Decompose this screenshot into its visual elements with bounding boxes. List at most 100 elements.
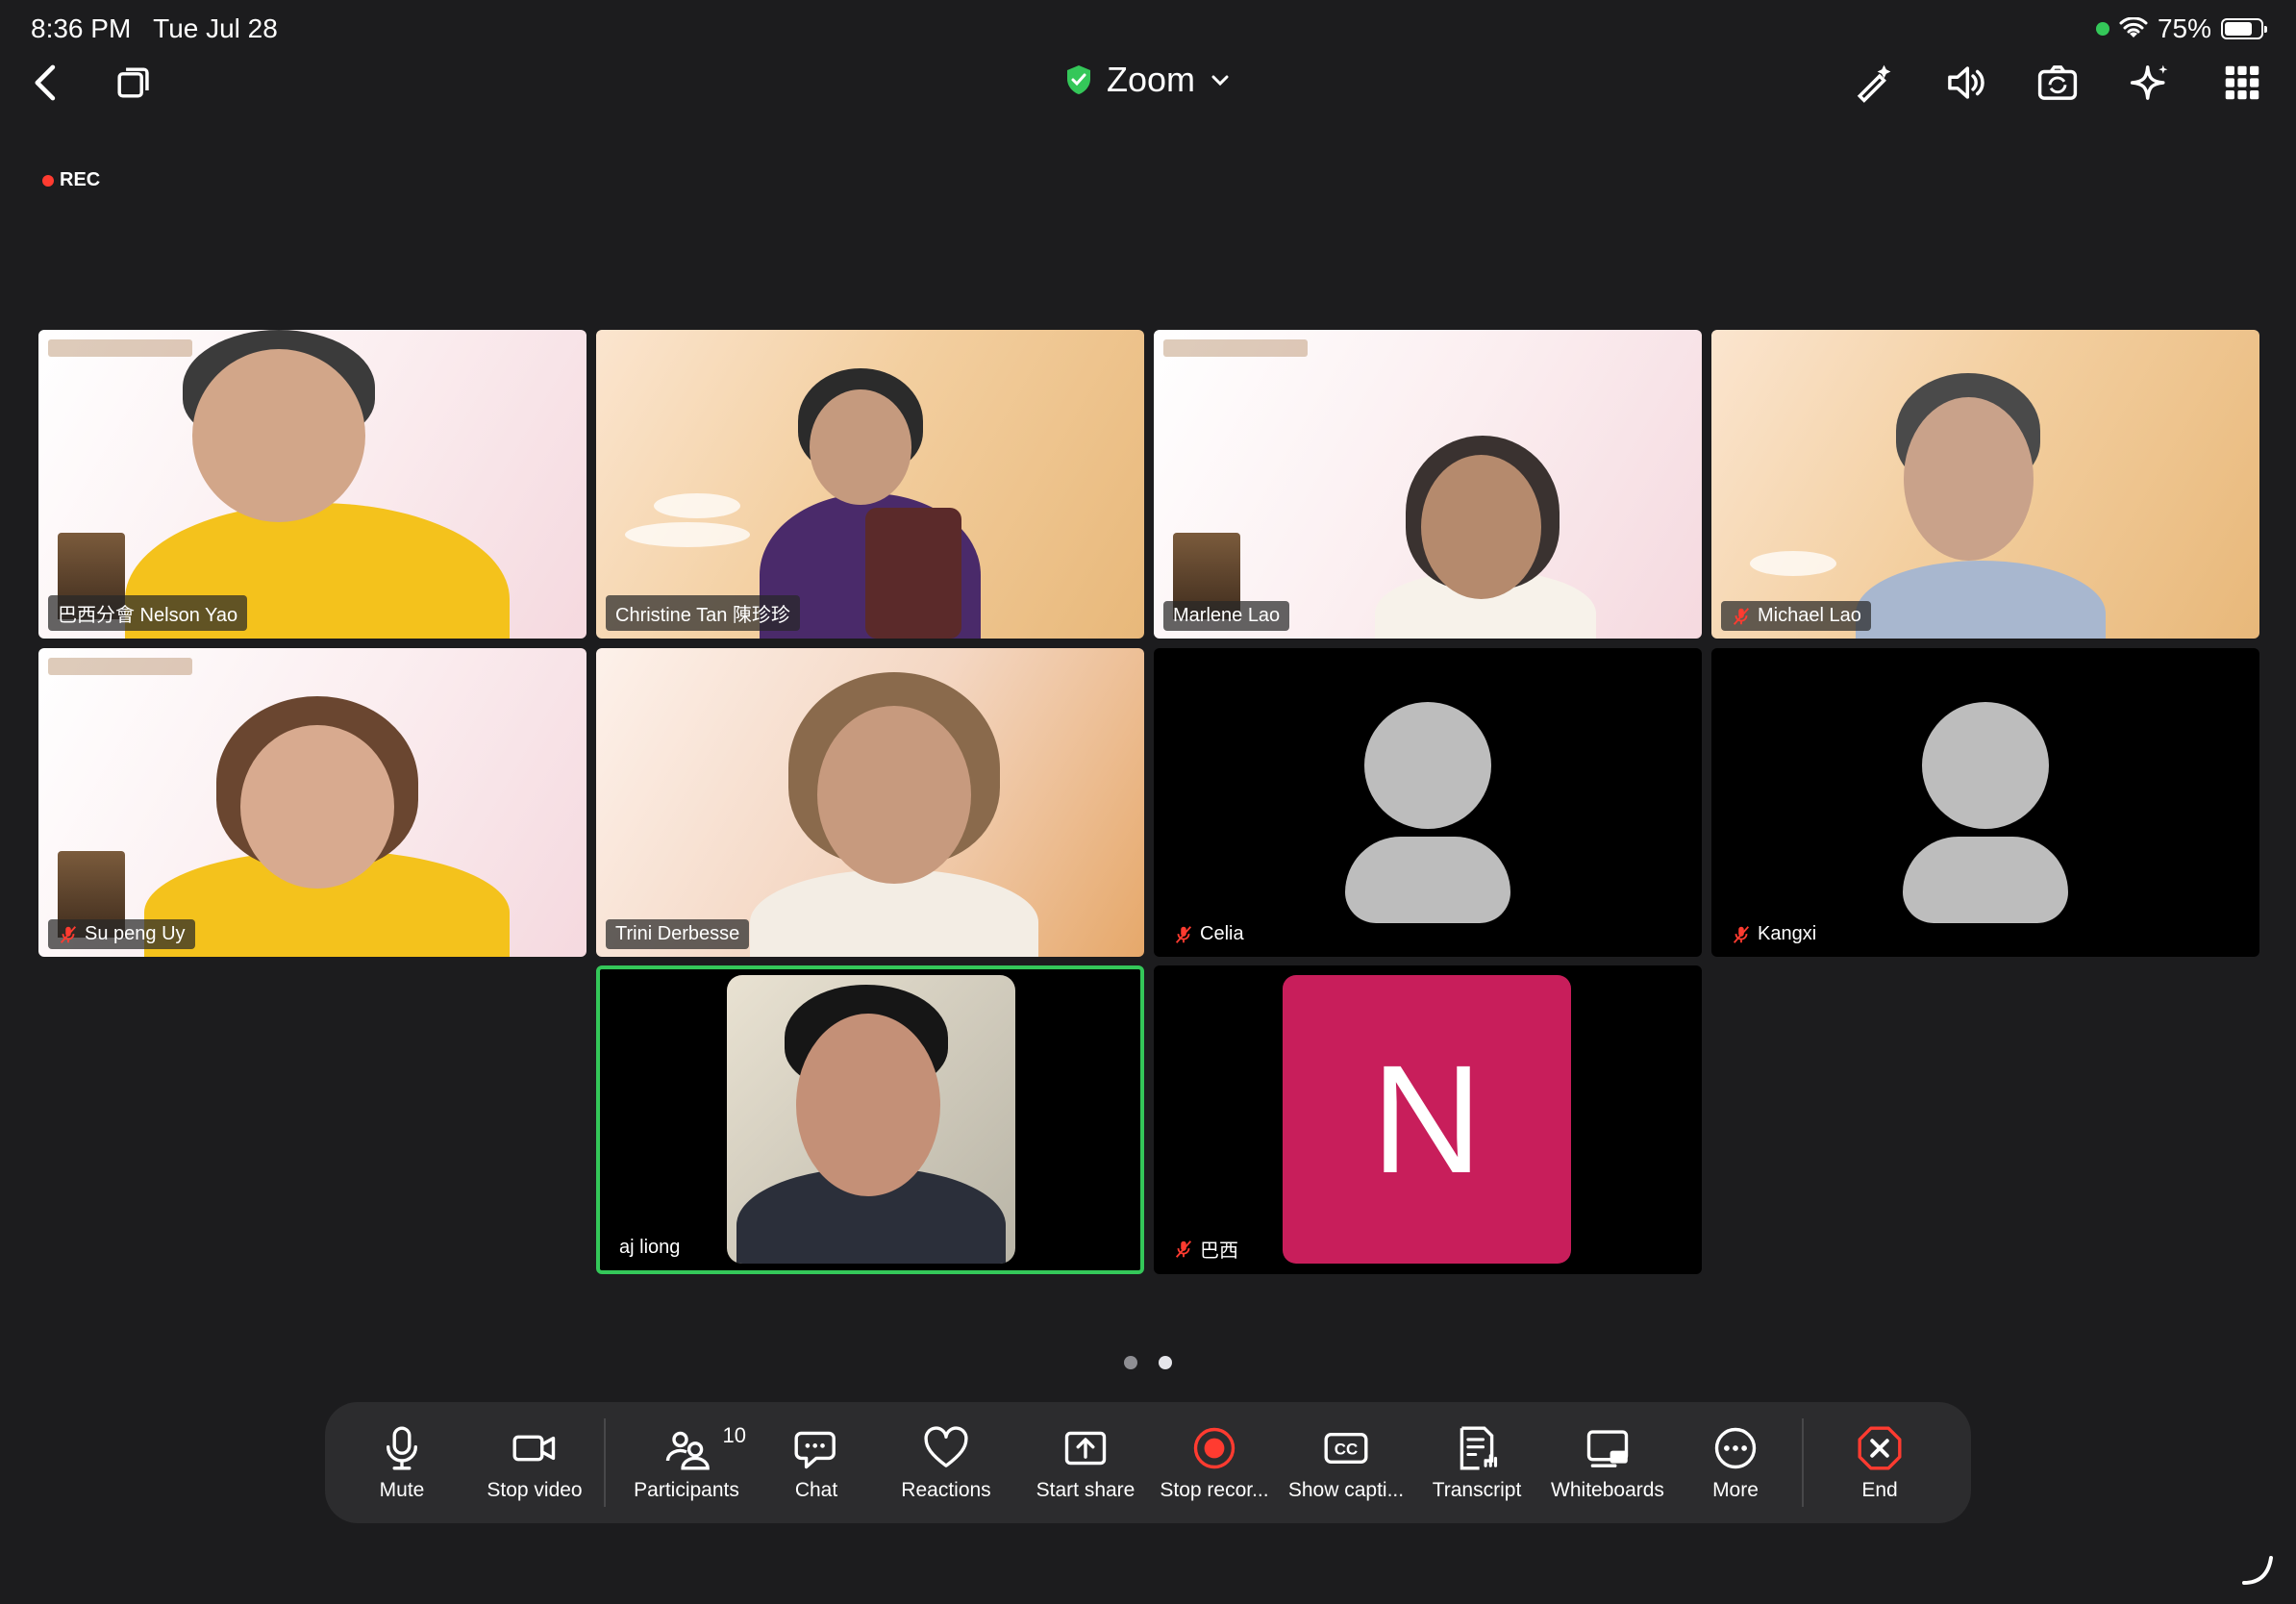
resize-handle-icon[interactable] [2238,1550,2277,1589]
share-screen-icon [1064,1431,1107,1466]
recording-indicator: REC [42,169,100,191]
shield-check-icon [1066,65,1090,94]
mic-muted-icon [60,925,77,943]
mute-button[interactable]: Mute [335,1410,469,1516]
background-lotus [654,493,740,518]
closed-captions-icon: CC [1324,1433,1368,1464]
virtual-background-banner [48,339,192,357]
mic-muted-icon [1733,925,1750,943]
camera-switch-icon [2037,65,2078,100]
battery-percent: 75% [2157,13,2211,43]
chevron-down-icon [1211,75,1229,87]
participant-name-tag: Su peng Uy [48,919,195,949]
participant-tile[interactable]: 巴西分會 Nelson Yao [38,330,586,639]
participant-name-tag: Marlene Lao [1163,601,1290,631]
participant-face [810,389,911,505]
participant-name-tag: Christine Tan 陳珍珍 [606,595,800,631]
date: Tue Jul 28 [153,13,278,43]
transcript-document-icon [1460,1426,1498,1470]
stop-video-button[interactable]: Stop video [469,1410,600,1516]
background-lotus [1750,551,1836,576]
participant-tile[interactable]: Kangxi [1711,648,2259,957]
video-camera-icon [512,1435,556,1462]
participant-face [796,1014,940,1196]
annotate-button[interactable] [1846,56,1900,110]
virtual-background-banner [48,658,192,675]
participant-name-tag: Celia [1163,919,1254,949]
app-title: Zoom [1106,60,1196,99]
participant-body [1856,561,2106,639]
participant-face [817,706,971,884]
participant-tile[interactable]: Marlene Lao [1154,330,1702,639]
record-icon [1193,1427,1235,1469]
toolbar-divider [604,1418,606,1507]
participants-button[interactable]: 10 Participants [610,1410,763,1516]
default-avatar-body [1345,837,1510,923]
record-dot-icon [42,174,54,187]
mic-muted-icon [1175,1240,1192,1258]
more-button[interactable]: More [1673,1410,1798,1516]
heart-icon [924,1426,968,1467]
show-captions-button[interactable]: CC Show capti... [1281,1410,1411,1516]
grid-icon [2225,65,2259,100]
reactions-button[interactable]: Reactions [869,1410,1023,1516]
participant-tile[interactable]: Su peng Uy [38,648,586,957]
participant-face [1904,397,2034,561]
participant-name-tag: 巴西 [1163,1231,1248,1266]
gallery-grid-button[interactable] [2215,56,2269,110]
end-meeting-button[interactable]: End [1808,1410,1952,1516]
magic-pen-icon [1857,64,1891,103]
rec-label: REC [60,169,101,190]
participant-tile[interactable]: Celia [1154,648,1702,957]
participant-face [240,725,394,889]
whiteboards-button[interactable]: Whiteboards [1542,1410,1673,1516]
speaker-button[interactable] [1938,56,1992,110]
participant-name-tag: Kangxi [1721,919,1826,949]
sparkle-icon [2130,64,2168,100]
chat-bubble-icon [794,1431,836,1469]
camera-in-use-indicator [2095,22,2109,36]
start-share-button[interactable]: Start share [1023,1410,1148,1516]
more-dots-icon [1714,1427,1757,1469]
participant-tile[interactable]: N 巴西 [1154,965,1702,1274]
svg-text:CC: CC [1335,1441,1358,1459]
whiteboard-icon [1586,1430,1629,1467]
participant-tile[interactable]: Trini Derbesse [596,648,1144,957]
background-lotus [625,522,750,547]
page-dot-current[interactable] [1159,1356,1172,1369]
page-indicator[interactable] [0,1356,2296,1369]
participant-tile-active-speaker[interactable]: aj liong [596,965,1144,1274]
microphone-icon [387,1426,417,1470]
transcript-button[interactable]: Transcript [1411,1410,1542,1516]
switch-camera-button[interactable] [2031,56,2084,110]
participant-tile[interactable]: Michael Lao [1711,330,2259,639]
wifi-icon [2119,17,2148,38]
participant-tile[interactable]: Christine Tan 陳珍珍 [596,330,1144,639]
clock: 8:36 PM [31,13,132,43]
participant-name-tag: aj liong [619,1237,681,1258]
participant-name-tag: Michael Lao [1721,601,1871,631]
toolbar-divider [1802,1418,1804,1507]
page-dot[interactable] [1124,1356,1137,1369]
participant-name-tag: Trini Derbesse [606,919,750,949]
status-time: 8:36 PM Tue Jul 28 [31,13,278,44]
initial-avatar: N [1283,975,1571,1264]
status-indicators: 75% [2095,13,2267,44]
chat-button[interactable]: Chat [763,1410,869,1516]
battery-icon [2221,18,2267,39]
meeting-toolbar: Mute Stop video 10 Participants Chat Rea… [325,1402,1971,1523]
phone-in-hand [865,508,961,639]
virtual-background-banner [1163,339,1308,357]
people-icon [665,1431,710,1470]
effects-button[interactable] [2123,56,2177,110]
end-octagon-icon [1858,1426,1902,1470]
default-avatar-body [1903,837,2068,923]
participant-video [727,975,1015,1264]
speaker-icon [1948,66,1984,99]
mic-muted-icon [1175,925,1192,943]
participants-count: 10 [722,1423,746,1447]
default-avatar-icon [1364,702,1491,829]
participant-face [1421,455,1541,599]
stop-recording-button[interactable]: Stop recor... [1148,1410,1281,1516]
participant-face [192,349,365,522]
